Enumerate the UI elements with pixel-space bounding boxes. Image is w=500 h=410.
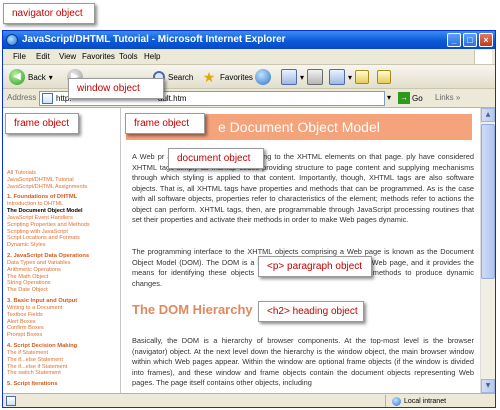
print-button[interactable]	[307, 68, 326, 86]
close-button[interactable]: ×	[479, 33, 493, 47]
menu-tools[interactable]: Tools	[119, 52, 138, 61]
go-label: Go	[412, 93, 423, 103]
callout-frame-main: frame object	[125, 113, 205, 134]
favorites-button[interactable]: ★ Favorites	[201, 68, 253, 86]
nav-link[interactable]: Scripting with JavaScript	[7, 229, 120, 236]
address-dropdown-icon[interactable]: ▾	[387, 93, 391, 102]
nav-link[interactable]: Dynamic Styles	[7, 242, 120, 249]
media-button[interactable]	[255, 68, 274, 86]
edit-dropdown-icon: ▾	[348, 72, 353, 82]
nav-link[interactable]: String Operations	[7, 280, 120, 287]
nav-link[interactable]: The Date Object	[7, 287, 120, 294]
media-icon	[255, 69, 271, 85]
nav-link[interactable]: Alert Boxes	[7, 319, 120, 326]
menu-view[interactable]: View	[59, 52, 76, 61]
title-bar[interactable]: JavaScript/DHTML Tutorial - Microsoft In…	[3, 31, 495, 49]
back-arrow-icon: ◀	[9, 69, 25, 85]
nav-link[interactable]: The if...else if Statement	[7, 364, 120, 371]
window-title: JavaScript/DHTML Tutorial - Microsoft In…	[22, 34, 286, 45]
status-bar: Local intranet	[3, 393, 495, 407]
menu-help[interactable]: Help	[144, 52, 160, 61]
nav-link[interactable]: Textbox Fields	[7, 312, 120, 319]
nav-link[interactable]: All Tutorials	[7, 170, 120, 177]
go-button[interactable]: → Go	[398, 92, 423, 104]
nav-section-heading: 1. Foundations of DHTML	[7, 194, 78, 201]
links-chevron-icon: »	[455, 93, 461, 102]
heading-dom-hierarchy: The DOM Hierarchy	[132, 302, 253, 317]
nav-link[interactable]: Arithmetic Operations	[7, 267, 120, 274]
print-icon	[307, 69, 323, 85]
callout-heading: <h2> heading object	[258, 301, 364, 322]
zone-label: Local intranet	[404, 397, 447, 405]
nav-link[interactable]: JavaScript/DHTML Tutorial	[7, 177, 120, 184]
nav-link[interactable]: The if Statement	[7, 350, 120, 357]
menu-file[interactable]: File	[13, 52, 26, 61]
scroll-down-icon[interactable]: ▼	[481, 379, 495, 393]
folder-icon	[355, 70, 369, 84]
back-label: Back	[28, 72, 46, 82]
scroll-up-icon[interactable]: ▲	[481, 108, 495, 122]
nav-link-current[interactable]: The Document Object Model	[7, 208, 120, 215]
nav-section-heading: 5. Script Iterations	[7, 381, 58, 388]
messenger-icon	[377, 70, 391, 84]
callout-navigator: navigator object	[3, 3, 95, 24]
nav-link[interactable]: Data Types and Variables	[7, 260, 120, 267]
address-label: Address	[7, 93, 37, 102]
nav-link[interactable]: Writing to a Document	[7, 305, 120, 312]
mail-button[interactable]: ▾	[281, 68, 304, 86]
nav-link[interactable]: Confirm Boxes	[7, 325, 120, 332]
go-arrow-icon: →	[398, 92, 410, 104]
search-label: Search	[168, 72, 194, 82]
nav-link[interactable]: Introduction to DHTML	[7, 201, 120, 208]
maximize-button[interactable]: □	[463, 33, 477, 47]
edit-icon	[329, 69, 345, 85]
menu-favorites[interactable]: Favorites	[82, 52, 115, 61]
callout-paragraph: <p> paragraph object	[258, 256, 372, 277]
back-button[interactable]: ◀ Back ▾	[9, 68, 53, 86]
back-dropdown-icon: ▾	[48, 72, 53, 82]
callout-document: document object	[168, 148, 264, 169]
menu-bar: File Edit View Favorites Tools Help	[3, 49, 495, 65]
discuss-button[interactable]	[355, 68, 372, 86]
nav-link[interactable]: The Math Object	[7, 274, 120, 281]
callout-frame-left: frame object	[5, 113, 79, 134]
windows-flag-icon	[474, 50, 492, 64]
menu-edit[interactable]: Edit	[36, 52, 50, 61]
nav-link[interactable]: JavaScript Event Handlers	[7, 215, 120, 222]
nav-link[interactable]: Script Locations and Formats	[7, 235, 120, 242]
nav-link[interactable]: The if...else Statement	[7, 357, 120, 364]
minimize-button[interactable]: _	[447, 33, 461, 47]
paragraph-hierarchy: Basically, the DOM is a hierarchy of bro…	[132, 336, 474, 387]
nav-link[interactable]: The switch Statement	[7, 370, 120, 377]
mail-dropdown-icon: ▾	[300, 72, 305, 82]
nav-section-heading: 3. Basic Input and Output	[7, 297, 78, 304]
page-done-icon	[6, 396, 16, 406]
nav-link[interactable]: Prompt Boxes	[7, 332, 120, 339]
ie-logo-icon	[6, 34, 18, 46]
nav-link[interactable]: Scripting Properties and Methods	[7, 222, 120, 229]
page-title: e Document Object Model	[218, 119, 380, 135]
vertical-scrollbar[interactable]: ▲ ▼	[480, 108, 495, 393]
favorites-label: Favorites	[220, 72, 253, 82]
messenger-button[interactable]	[377, 68, 394, 86]
nav-section-heading: 2. JavaScript Data Operations	[7, 252, 90, 259]
callout-window: window object	[68, 78, 164, 99]
favorites-star-icon: ★	[202, 69, 216, 85]
edit-button[interactable]: ▾	[329, 68, 352, 86]
mail-icon	[281, 69, 297, 85]
nav-link[interactable]: JavaScript/DHTML Assignments	[7, 184, 120, 191]
navigation-frame: All Tutorials JavaScript/DHTML Tutorial …	[3, 108, 121, 393]
links-button[interactable]: Links »	[435, 93, 460, 102]
scroll-thumb[interactable]	[481, 124, 495, 279]
page-icon	[42, 93, 53, 104]
intranet-globe-icon	[392, 396, 401, 406]
links-label: Links	[435, 93, 454, 102]
nav-section-heading: 4. Script Decision Making	[7, 342, 78, 349]
security-zone: Local intranet	[385, 395, 446, 407]
